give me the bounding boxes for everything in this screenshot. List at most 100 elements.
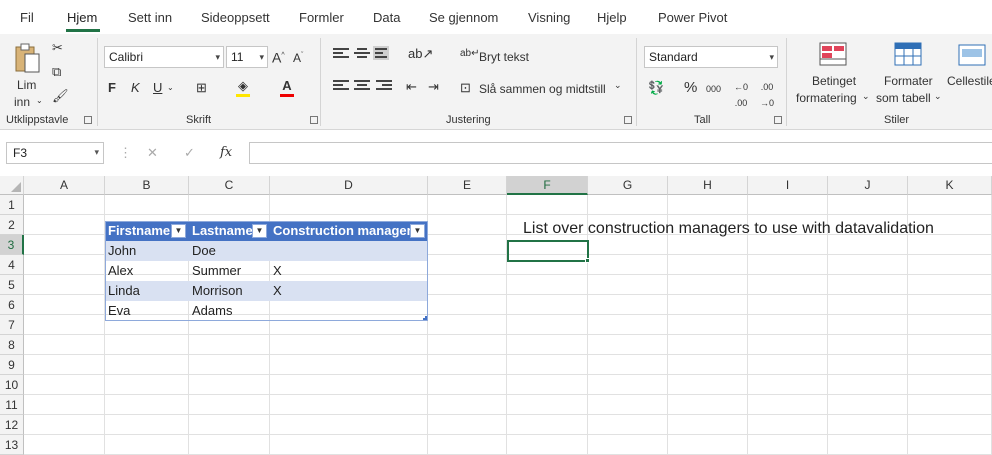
group-separator (97, 38, 98, 126)
column-header-h[interactable]: H (668, 176, 748, 195)
gridline (24, 354, 992, 355)
conditional-formatting-button[interactable]: Betinget formatering ⌄ (796, 40, 872, 112)
number-format-select[interactable]: Standard ▾ (644, 46, 778, 68)
tab-hjem[interactable]: Hjem (67, 10, 97, 25)
row-header-5[interactable]: 5 (0, 275, 24, 295)
column-header-f[interactable]: F (507, 176, 588, 195)
column-header-d[interactable]: D (270, 176, 428, 195)
tab-visning[interactable]: Visning (528, 10, 570, 25)
font-size-select[interactable]: 11 ▾ (226, 46, 268, 68)
fill-color-icon[interactable]: ◈ (236, 78, 250, 97)
row-header-4[interactable]: 4 (0, 255, 24, 275)
align-right-icon[interactable] (376, 80, 392, 94)
cut-icon[interactable]: ✂ (52, 40, 63, 56)
table-cell[interactable]: X (270, 281, 282, 301)
tab-sett-inn[interactable]: Sett inn (128, 10, 172, 25)
copy-icon[interactable]: ⧉ (52, 64, 61, 80)
row-header-3[interactable]: 3 (0, 235, 24, 255)
chevron-down-icon[interactable]: ⌄ (614, 80, 622, 91)
row-header-10[interactable]: 10 (0, 375, 24, 395)
alignment-launcher-icon[interactable] (624, 116, 632, 124)
table-cell[interactable]: John (105, 241, 136, 261)
tab-hjelp[interactable]: Hjelp (597, 10, 627, 25)
paste-button[interactable]: Lim inn ⌄ (10, 40, 44, 110)
increase-indent-icon[interactable]: ⇥ (428, 79, 439, 95)
italic-button[interactable]: K (131, 80, 140, 96)
row-header-11[interactable]: 11 (0, 395, 24, 415)
tab-se-gjennom[interactable]: Se gjennom (429, 10, 498, 25)
column-header-j[interactable]: J (828, 176, 908, 195)
percent-icon[interactable]: % (684, 80, 697, 96)
column-header-a[interactable]: A (24, 176, 105, 195)
cancel-icon[interactable]: ✕ (147, 145, 158, 161)
tab-power-pivot[interactable]: Power Pivot (658, 10, 727, 25)
conditional-label-2: formatering (796, 91, 857, 105)
table-cell[interactable]: Doe (189, 241, 216, 261)
align-left-icon[interactable] (333, 80, 349, 94)
tab-formler[interactable]: Formler (299, 10, 344, 25)
row-header-8[interactable]: 8 (0, 335, 24, 355)
currency-icon[interactable]: 💱 (648, 80, 664, 96)
align-center-icon[interactable] (354, 80, 370, 94)
orientation-icon[interactable]: ab↗ (408, 46, 433, 62)
merge-center-button[interactable]: Slå sammen og midtstill (479, 82, 606, 96)
table-cell[interactable]: X (270, 261, 282, 281)
decrease-decimal-icon[interactable]: .00 →0 (760, 79, 774, 111)
font-launcher-icon[interactable] (310, 116, 318, 124)
fill-handle[interactable] (585, 258, 590, 263)
format-as-table-button[interactable]: Formater som tabell ⌄ (874, 40, 944, 112)
table-resize-handle-icon[interactable] (423, 316, 427, 320)
function-icon[interactable]: fx (220, 145, 232, 161)
borders-icon[interactable]: ⊞ (196, 80, 207, 96)
tab-sideoppsett[interactable]: Sideoppsett (201, 10, 270, 25)
format-painter-icon[interactable]: 🖌 (52, 88, 69, 104)
enter-icon[interactable]: ✓ (184, 145, 195, 161)
number-launcher-icon[interactable] (774, 116, 782, 124)
spreadsheet-grid[interactable]: ABCDEFGHIJK 1 2 3 4 5 6 7 8 9 10 11 12 13 Firstname … (0, 176, 992, 455)
row-header-7[interactable]: 7 (0, 315, 24, 335)
column-header-g[interactable]: G (588, 176, 668, 195)
table-cell[interactable]: Morrison (189, 281, 243, 301)
table-cell[interactable]: Alex (105, 261, 133, 281)
clipboard-launcher-icon[interactable] (84, 116, 92, 124)
column-header-i[interactable]: I (748, 176, 828, 195)
increase-font-icon[interactable]: A^ (272, 48, 285, 66)
increase-decimal-icon[interactable]: ←0.00 (734, 79, 748, 111)
bold-button[interactable]: F (108, 80, 116, 96)
underline-button[interactable]: U (153, 80, 162, 96)
table-cell[interactable]: Linda (105, 281, 140, 301)
column-header-k[interactable]: K (908, 176, 992, 195)
table-cell[interactable]: Summer (189, 261, 241, 281)
row-header-6[interactable]: 6 (0, 295, 24, 315)
row-header-2[interactable]: 2 (0, 215, 24, 235)
column-header-b[interactable]: B (105, 176, 189, 195)
decrease-indent-icon[interactable]: ⇤ (406, 79, 417, 95)
row-header-1[interactable]: 1 (0, 195, 24, 215)
name-box[interactable]: F3 ▾ (6, 142, 104, 164)
table-cell[interactable]: Eva (105, 301, 130, 321)
select-all-corner[interactable] (0, 176, 24, 195)
row-header-13[interactable]: 13 (0, 435, 24, 455)
font-color-icon[interactable]: A (280, 78, 294, 97)
align-top-icon[interactable] (333, 48, 349, 62)
column-header-e[interactable]: E (428, 176, 507, 195)
column-header-c[interactable]: C (189, 176, 270, 195)
active-tab-indicator (66, 29, 100, 32)
selected-cell[interactable] (507, 240, 589, 262)
row-header-12[interactable]: 12 (0, 415, 24, 435)
tab-data[interactable]: Data (373, 10, 400, 25)
wrap-text-button[interactable]: Bryt tekst (479, 50, 529, 64)
thousands-separator-icon[interactable]: 000 (706, 81, 721, 97)
align-middle-icon[interactable] (354, 48, 370, 62)
align-bottom-icon[interactable] (373, 46, 389, 60)
tab-fil[interactable]: Fil (20, 10, 34, 25)
row-header-9[interactable]: 9 (0, 355, 24, 375)
formula-input[interactable] (249, 142, 992, 164)
font-group-label: Skrift (186, 114, 212, 126)
decrease-font-icon[interactable]: Aˇ (293, 48, 303, 66)
chevron-down-icon[interactable]: ⌄ (167, 80, 174, 96)
table-cell[interactable]: Adams (189, 301, 232, 321)
font-family-select[interactable]: Calibri ▾ (104, 46, 224, 68)
cell-styles-button[interactable]: Cellestile (944, 40, 992, 112)
note-cell[interactable]: List over construction managers to use w… (520, 218, 934, 240)
